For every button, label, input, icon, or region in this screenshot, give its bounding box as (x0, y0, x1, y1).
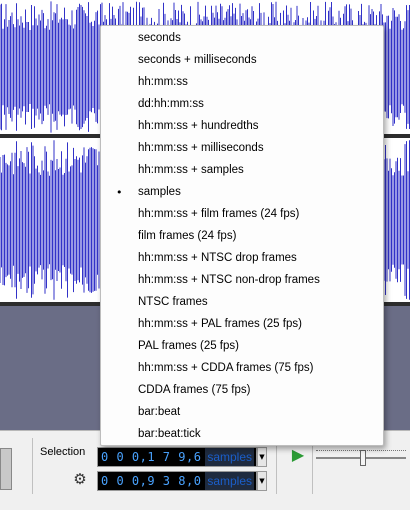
play-icon[interactable]: ▶ (287, 446, 309, 464)
menu-item[interactable]: NTSC frames (101, 292, 383, 314)
menu-item-label: samples (138, 186, 181, 198)
menu-item[interactable]: seconds + milliseconds (101, 50, 383, 72)
menu-item-label: film frames (24 fps) (138, 230, 237, 242)
toolbar-divider (276, 438, 277, 494)
toolbar-grip[interactable] (0, 448, 12, 490)
menu-item[interactable]: hh:mm:ss (101, 72, 383, 94)
selection-start-time[interactable]: 0 0 0,1 7 9,6 3 4 samples (97, 447, 257, 467)
menu-item-label: bar:beat:tick (138, 428, 201, 440)
menu-item-label: dd:hh:mm:ss (138, 98, 204, 110)
menu-item[interactable]: hh:mm:ss + NTSC drop frames (101, 248, 383, 270)
chevron-down-icon[interactable]: ▼ (257, 471, 267, 491)
speed-slider-thumb[interactable] (360, 450, 366, 466)
menu-item-label: bar:beat (138, 406, 181, 418)
menu-item-label: CDDA frames (75 fps) (138, 384, 251, 396)
menu-item[interactable]: seconds (101, 28, 383, 50)
menu-item-label: NTSC frames (138, 296, 208, 308)
menu-item-label: hh:mm:ss + NTSC non-drop frames (138, 274, 320, 286)
menu-item[interactable]: bar:beat (101, 402, 383, 424)
menu-item[interactable]: hh:mm:ss + NTSC non-drop frames (101, 270, 383, 292)
menu-item-label: PAL frames (25 fps) (138, 340, 239, 352)
menu-item-label: seconds + milliseconds (138, 54, 257, 66)
selection-label: Selection (40, 446, 86, 458)
toolbar-divider (312, 438, 313, 494)
gear-icon[interactable]: ⚙ (72, 471, 88, 487)
menu-item[interactable]: hh:mm:ss + PAL frames (25 fps) (101, 314, 383, 336)
menu-item[interactable]: bar:beat:tick (101, 424, 383, 446)
menu-item-label: hh:mm:ss + CDDA frames (75 fps) (138, 362, 314, 374)
start-time-unit: samples (205, 448, 254, 466)
menu-item-label: hh:mm:ss + milliseconds (138, 142, 264, 154)
menu-item[interactable]: film frames (24 fps) (101, 226, 383, 248)
menu-item-label: hh:mm:ss (138, 76, 188, 88)
time-format-menu: seconds seconds + milliseconds hh:mm:ss dd:… (100, 25, 384, 446)
end-time-unit: samples (205, 472, 254, 490)
toolbar-divider (32, 438, 33, 494)
menu-item[interactable]: CDDA frames (75 fps) (101, 380, 383, 402)
menu-item[interactable]: PAL frames (25 fps) (101, 336, 383, 358)
menu-item[interactable]: hh:mm:ss + milliseconds (101, 138, 383, 160)
menu-item-label: hh:mm:ss + NTSC drop frames (138, 252, 297, 264)
menu-item[interactable]: • samples (101, 182, 383, 204)
chevron-down-icon[interactable]: ▼ (257, 447, 267, 467)
menu-item[interactable]: dd:hh:mm:ss (101, 94, 383, 116)
menu-item[interactable]: hh:mm:ss + hundredths (101, 116, 383, 138)
menu-item-label: hh:mm:ss + samples (138, 164, 244, 176)
menu-item[interactable]: hh:mm:ss + CDDA frames (75 fps) (101, 358, 383, 380)
selection-end-time[interactable]: 0 0 0,9 3 8,0 9 1 samples (97, 471, 257, 491)
menu-item-label: hh:mm:ss + film frames (24 fps) (138, 208, 300, 220)
menu-item-label: seconds (138, 32, 181, 44)
menu-item-label: hh:mm:ss + hundredths (138, 120, 259, 132)
menu-item[interactable]: hh:mm:ss + samples (101, 160, 383, 182)
menu-item-label: hh:mm:ss + PAL frames (25 fps) (138, 318, 302, 330)
menu-item[interactable]: hh:mm:ss + film frames (24 fps) (101, 204, 383, 226)
selected-bullet-icon: • (116, 186, 123, 199)
